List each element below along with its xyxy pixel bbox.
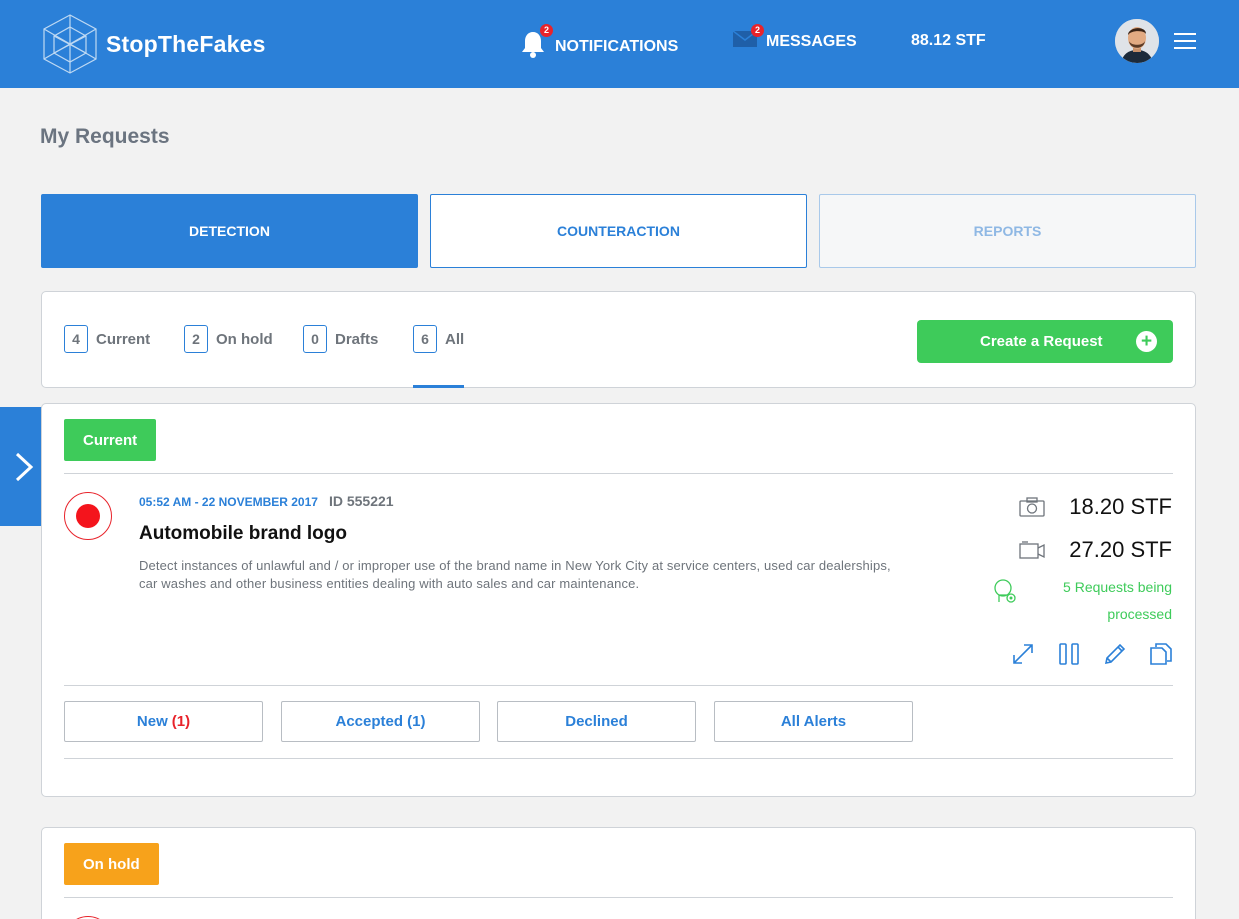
filter-drafts[interactable]: 0 Drafts [303,325,378,353]
top-header: StopTheFakes 2 NOTIFICATIONS 2 MESSAGES … [0,0,1239,88]
filter-bar: 4 Current 2 On hold 0 Drafts 6 All Creat… [41,291,1196,388]
current-requests-card: Current 05:52 AM - 22 NOVEMBER 2017 ID 5… [41,403,1196,797]
pause-icon[interactable] [1057,642,1081,666]
request-title[interactable]: Automobile brand logo [139,523,347,545]
alerts-new-count: (1) [171,713,191,730]
create-request-button[interactable]: Create a Request + [917,320,1173,363]
messages-link[interactable]: 2 MESSAGES [732,24,857,53]
on-hold-requests-card: On hold [41,827,1196,919]
filter-label: Drafts [335,330,379,348]
expand-icon[interactable] [1011,642,1035,666]
messages-badge: 2 [751,24,764,37]
request-actions [1011,642,1173,666]
create-request-label: Create a Request [980,333,1103,350]
filter-count: 2 [184,325,208,353]
tab-reports[interactable]: REPORTS [819,194,1196,268]
filter-on-hold[interactable]: 2 On hold [184,325,273,353]
chevron-right-icon [15,452,34,482]
filter-count: 6 [413,325,437,353]
request-description: Detect instances of unlawful and / or im… [139,558,891,591]
on-hold-section-label: On hold [64,843,159,885]
record-status-icon [64,492,112,540]
camera-icon [1019,497,1045,517]
filter-label: Current [96,330,151,348]
alerts-new-label: New [136,713,168,730]
active-filter-indicator [413,385,464,388]
notifications-badge: 2 [540,24,553,37]
bell-icon: 2 [520,24,553,63]
divider [64,897,1173,898]
filter-all[interactable]: 6 All [413,325,464,353]
video-price: 27.20 STF [1019,537,1172,563]
tab-detection[interactable]: DETECTION [41,194,418,268]
filter-count: 0 [303,325,327,353]
notifications-link[interactable]: 2 NOTIFICATIONS [520,24,679,63]
edit-icon[interactable] [1103,642,1127,666]
plus-icon: + [1136,331,1157,352]
processing-line-2: processed [1107,606,1172,622]
notifications-label: NOTIFICATIONS [555,37,679,55]
processing-user-icon [994,579,1016,603]
divider [64,473,1173,474]
logo-mark-icon [43,14,97,74]
request-meta: 05:52 AM - 22 NOVEMBER 2017 ID 555221 [139,493,394,509]
alerts-new-button[interactable]: New (1) [64,701,263,742]
envelope-icon: 2 [732,24,764,53]
divider [64,758,1173,759]
request-datetime: 05:52 AM - 22 NOVEMBER 2017 [139,495,318,509]
filter-count: 4 [64,325,88,353]
photo-price-value: 18.20 STF [1069,494,1172,519]
filter-label: All [445,330,465,348]
request-id: ID 555221 [328,493,394,509]
alerts-accepted-button[interactable]: Accepted (1) [281,701,480,742]
user-avatar[interactable] [1115,19,1159,63]
balance-display[interactable]: 88.12 STF [911,32,986,50]
copy-icon[interactable] [1149,642,1173,666]
video-price-value: 27.20 STF [1069,537,1172,562]
video-camera-icon [1019,541,1045,559]
menu-icon[interactable] [1174,33,1196,49]
brand-logo[interactable]: StopTheFakes [40,12,280,76]
tab-counteraction[interactable]: COUNTERACTION [430,194,807,268]
divider [64,685,1173,686]
filter-current[interactable]: 4 Current [64,325,150,353]
alerts-all-button[interactable]: All Alerts [714,701,913,742]
filter-label: On hold [216,330,273,348]
alerts-declined-button[interactable]: Declined [497,701,696,742]
photo-price: 18.20 STF [1019,494,1172,520]
processing-status: 5 Requests being processed [972,574,1172,628]
brand-name: StopTheFakes [106,30,266,57]
current-section-label: Current [64,419,157,461]
page-title: My Requests [40,125,170,148]
messages-label: MESSAGES [766,32,857,50]
